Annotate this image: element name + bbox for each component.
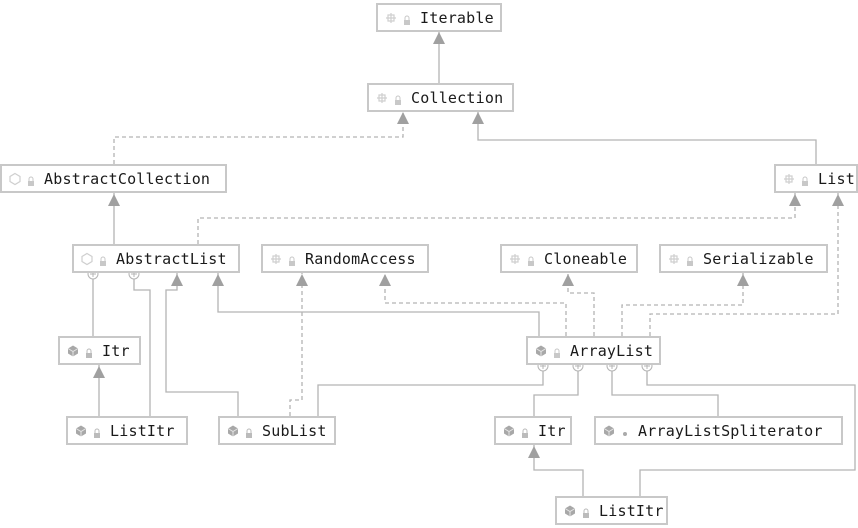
edge-extends-arraylist-to-abstractlist [217,273,540,336]
class-name: ArrayList [570,341,654,360]
arrowhead-icon [108,194,120,206]
lock-icon [800,173,810,186]
class-node-collection[interactable]: Collection [367,83,514,112]
interface-icon [384,11,398,25]
class-node-listitr2[interactable]: ListItr [555,496,668,525]
edge-extends-listitr2-to-itr2 [533,445,584,496]
arrowhead-icon [832,194,844,206]
lock-icon [92,425,102,438]
lock-icon [244,425,254,438]
lock-icon [287,253,297,266]
lock-icon [520,425,530,438]
class-node-abstractlist[interactable]: AbstractList [72,244,240,273]
lock-icon [393,92,403,105]
package-dot-icon [620,425,630,437]
class-icon [74,424,88,438]
class-name: RandomAccess [305,249,416,268]
uml-class-diagram: Iterable Collection AbstractCollection List… [0,0,858,528]
class-icon [502,424,516,438]
class-node-list[interactable]: List [774,164,858,193]
edge-implements-abstractlist-to-list [197,193,796,244]
class-node-arraylist[interactable]: ArrayList [526,336,661,365]
class-name: ListItr [110,421,175,440]
lock-icon [685,253,695,266]
arrowhead-icon [528,446,540,458]
edge-extends-sublist-to-abstractlist [165,273,239,416]
arrowhead-icon [472,112,484,124]
class-name: AbstractList [116,249,227,268]
arrowhead-icon [296,274,308,286]
class-icon [66,344,80,358]
arrowhead-icon [737,274,749,286]
class-name: Itr [102,341,130,360]
lock-icon [84,345,94,358]
class-node-cloneable[interactable]: Cloneable [500,244,638,273]
class-node-randomaccess[interactable]: RandomAccess [261,244,429,273]
lock-icon [526,253,536,266]
edge-implements-arraylist-to-serializable [621,273,744,336]
arrowhead-icon [433,32,445,44]
class-name: List [818,169,855,188]
class-node-itr2[interactable]: Itr [494,416,572,445]
class-name: ArrayListSpliterator [638,421,823,440]
edge-implements-abstractcollection-to-collection [113,111,404,164]
class-name: Itr [538,421,566,440]
interface-icon [375,91,389,105]
class-node-itr1[interactable]: Itr [58,336,141,365]
interface-icon [508,252,522,266]
arrowhead-icon [562,274,574,286]
class-node-listitr1[interactable]: ListItr [66,416,188,445]
edge-inner-spliterator-to-arraylist [611,371,719,416]
lock-icon [581,505,591,518]
class-node-serializable[interactable]: Serializable [659,244,828,273]
arrowhead-icon [93,366,105,378]
class-name: SubList [262,421,327,440]
class-icon [602,424,616,438]
lock-icon [402,12,412,25]
class-node-abstractcollection[interactable]: AbstractCollection [0,164,227,193]
lock-icon [552,345,562,358]
abstract-class-icon [80,252,94,266]
arrowhead-icon [379,274,391,286]
arrowhead-icon [789,194,801,206]
interface-icon [667,252,681,266]
arrowhead-icon [171,274,183,286]
edge-extends-list-to-collection [477,111,817,164]
class-node-spliterator[interactable]: ArrayListSpliterator [594,416,843,445]
interface-icon [269,252,283,266]
arrowhead-icon [397,112,409,124]
class-node-sublist[interactable]: SubList [218,416,336,445]
edge-inner-sublist-to-arraylist [317,371,544,416]
class-icon [534,344,548,358]
class-name: Iterable [420,8,494,27]
edge-inner-itr2-to-arraylist [533,371,579,416]
class-name: Collection [411,88,504,107]
abstract-class-icon [8,172,22,186]
class-name: AbstractCollection [44,169,211,188]
edge-implements-sublist-to-randomaccess [289,273,303,416]
class-name: Cloneable [544,249,628,268]
arrowhead-icon [212,274,224,286]
class-name: ListItr [599,501,664,520]
lock-icon [26,173,36,186]
lock-icon [98,253,108,266]
interface-icon [782,172,796,186]
class-icon [563,504,577,518]
class-name: Serializable [703,249,814,268]
class-icon [226,424,240,438]
class-node-iterable[interactable]: Iterable [376,3,502,32]
